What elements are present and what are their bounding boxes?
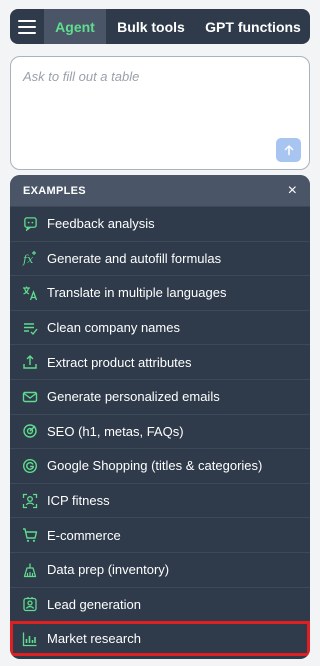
- examples-panel: EXAMPLES × Feedback analysis fx Generate…: [10, 175, 310, 659]
- arrow-up-icon: [284, 145, 293, 156]
- example-label: Generate and autofill formulas: [47, 250, 222, 266]
- example-seo[interactable]: SEO (h1, metas, FAQs): [10, 413, 310, 449]
- example-label: SEO (h1, metas, FAQs): [47, 423, 184, 439]
- example-label: Generate personalized emails: [47, 389, 220, 405]
- example-translate[interactable]: Translate in multiple languages: [10, 275, 310, 310]
- example-label: Clean company names: [47, 320, 180, 336]
- example-extract-attributes[interactable]: Extract product attributes: [10, 344, 310, 379]
- top-nav: Agent Bulk tools GPT functions: [10, 9, 310, 44]
- seo-icon: [22, 423, 38, 439]
- extract-icon: [22, 354, 38, 370]
- email-icon: [22, 389, 38, 405]
- example-label: ICP fitness: [47, 493, 110, 509]
- example-label: Market research: [47, 631, 141, 647]
- example-emails[interactable]: Generate personalized emails: [10, 378, 310, 414]
- example-label: Data prep (inventory): [47, 562, 170, 578]
- tab-agent[interactable]: Agent: [44, 9, 106, 44]
- example-clean-names[interactable]: Clean company names: [10, 309, 310, 345]
- svg-text:fx: fx: [22, 253, 34, 266]
- chart-icon: [22, 631, 38, 647]
- example-ecommerce[interactable]: E-commerce: [10, 517, 310, 552]
- example-label: Extract product attributes: [47, 354, 192, 370]
- inventory-icon: [22, 562, 38, 578]
- example-google-shopping[interactable]: Google Shopping (titles & categories): [10, 448, 310, 483]
- close-icon[interactable]: ×: [288, 182, 297, 199]
- examples-header: EXAMPLES ×: [10, 175, 310, 206]
- google-icon: [22, 458, 38, 474]
- menu-icon[interactable]: [10, 9, 44, 44]
- formula-icon: fx: [22, 250, 38, 266]
- cart-icon: [22, 527, 38, 543]
- clean-list-icon: [22, 320, 38, 336]
- examples-title: EXAMPLES: [23, 184, 86, 197]
- icp-icon: [22, 493, 38, 509]
- example-label: Google Shopping (titles & categories): [47, 458, 263, 474]
- example-formulas[interactable]: fx Generate and autofill formulas: [10, 240, 310, 276]
- feedback-icon: [22, 216, 38, 232]
- example-icp-fitness[interactable]: ICP fitness: [10, 482, 310, 518]
- example-label: Feedback analysis: [47, 216, 155, 232]
- prompt-box: [10, 56, 310, 170]
- example-label: E-commerce: [47, 527, 121, 543]
- example-label: Lead generation: [47, 596, 141, 612]
- prompt-input[interactable]: [11, 57, 309, 169]
- tab-gpt-functions[interactable]: GPT functions: [196, 9, 310, 44]
- example-data-prep[interactable]: Data prep (inventory): [10, 551, 310, 587]
- tab-bulk-tools[interactable]: Bulk tools: [106, 9, 196, 44]
- translate-icon: [22, 285, 38, 301]
- example-lead-generation[interactable]: Lead generation: [10, 586, 310, 622]
- send-button[interactable]: [276, 138, 301, 162]
- example-feedback-analysis[interactable]: Feedback analysis: [10, 206, 310, 241]
- example-market-research[interactable]: Market research: [10, 621, 310, 656]
- lead-icon: [22, 596, 38, 612]
- example-label: Translate in multiple languages: [47, 285, 227, 301]
